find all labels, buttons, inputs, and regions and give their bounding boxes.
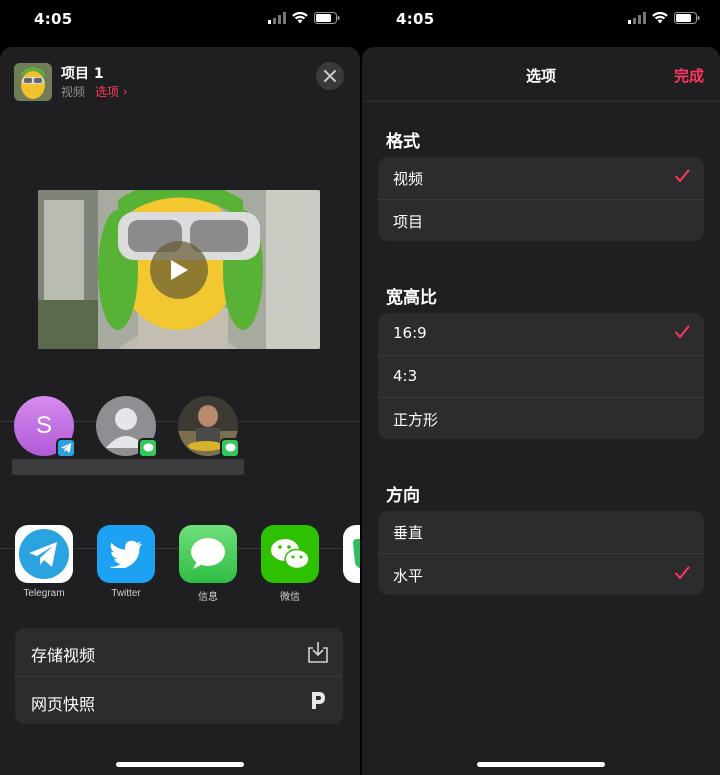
web-snapshot-action[interactable]: 网页快照	[15, 676, 343, 724]
save-video-action[interactable]: 存储视频	[15, 628, 343, 676]
web-snapshot-icon	[307, 689, 329, 715]
wifi-icon	[292, 12, 308, 24]
telegram-badge-icon	[56, 438, 76, 458]
wifi-icon	[652, 12, 668, 24]
cellular-signal-icon	[268, 12, 286, 24]
status-icons	[628, 12, 700, 24]
apps-row: Telegram Twitter 信息 微信 Ev	[15, 525, 360, 605]
options-header: 选项 完成	[362, 47, 720, 102]
evernote-icon	[343, 525, 360, 583]
options-title: 选项	[525, 67, 556, 85]
orientation-group: 垂直 水平	[378, 511, 704, 595]
cellular-signal-icon	[628, 12, 646, 24]
app-messages[interactable]: 信息	[179, 525, 237, 603]
project-thumbnail	[14, 63, 52, 101]
battery-icon	[674, 12, 700, 24]
option-4-3[interactable]: 4:3	[378, 355, 704, 397]
play-icon	[171, 260, 188, 280]
done-button[interactable]: 完成	[674, 65, 704, 86]
twitter-icon	[97, 525, 155, 583]
option-vertical[interactable]: 垂直	[378, 511, 704, 553]
contact-names-redacted	[12, 459, 244, 475]
options-sheet: 选项 完成 格式 视频 项目 宽高比 16:9 4:3 正方形 方向 垂直 水平	[362, 47, 720, 775]
options-link[interactable]: 选项 ›	[95, 83, 128, 100]
messages-icon	[179, 525, 237, 583]
option-label: 垂直	[393, 524, 424, 542]
wechat-icon	[261, 525, 319, 583]
checkmark-icon	[674, 565, 690, 585]
option-label: 正方形	[393, 411, 439, 429]
option-label: 4:3	[393, 367, 418, 385]
battery-icon	[314, 12, 340, 24]
option-label: 水平	[393, 567, 424, 585]
action-label: 网页快照	[31, 695, 96, 714]
app-evernote[interactable]: Ev	[343, 525, 360, 599]
section-title-format: 格式	[386, 132, 420, 152]
app-label: Ev	[343, 588, 360, 599]
format-group: 视频 项目	[378, 157, 704, 241]
section-title-aspect-ratio: 宽高比	[386, 288, 437, 308]
status-bar: 4:05	[362, 0, 720, 40]
close-button[interactable]	[316, 62, 344, 90]
actions-list: 存储视频 网页快照	[15, 628, 343, 724]
app-label: 信息	[198, 592, 218, 603]
app-label: 微信	[280, 592, 300, 603]
share-screen: 4:05 项目 1 视频 选项 › S Telegram Twitter 信息 …	[0, 0, 360, 775]
status-time: 4:05	[396, 10, 435, 28]
play-button[interactable]	[150, 241, 208, 299]
action-label: 存储视频	[31, 646, 96, 665]
option-16-9[interactable]: 16:9	[378, 313, 704, 355]
section-title-orientation: 方向	[386, 486, 420, 506]
home-indicator[interactable]	[477, 762, 605, 767]
aspect-ratio-group: 16:9 4:3 正方形	[378, 313, 704, 439]
app-label: Twitter	[111, 588, 141, 599]
option-label: 视频	[393, 170, 424, 188]
contact-unnamed[interactable]	[96, 396, 158, 458]
checkmark-icon	[674, 324, 690, 344]
checkmark-icon	[674, 168, 690, 188]
messages-badge-icon	[138, 438, 158, 458]
contact-photo[interactable]	[178, 396, 240, 458]
contacts-row: S	[14, 396, 360, 458]
status-time: 4:05	[34, 10, 73, 28]
option-video[interactable]: 视频	[378, 157, 704, 199]
home-indicator[interactable]	[116, 762, 244, 767]
app-wechat[interactable]: 微信	[261, 525, 319, 603]
option-square[interactable]: 正方形	[378, 397, 704, 439]
options-screen: 4:05 选项 完成 格式 视频 项目 宽高比 16:9 4:3 正方形 方向 …	[362, 0, 720, 775]
project-type: 视频	[61, 85, 86, 99]
option-label: 项目	[393, 213, 424, 231]
close-icon	[324, 70, 336, 82]
option-project[interactable]: 项目	[378, 199, 704, 241]
status-icons	[268, 12, 340, 24]
app-twitter[interactable]: Twitter	[97, 525, 155, 599]
app-telegram[interactable]: Telegram	[15, 525, 73, 599]
option-label: 16:9	[393, 324, 427, 342]
option-horizontal[interactable]: 水平	[378, 553, 704, 595]
video-preview[interactable]	[38, 190, 320, 349]
project-title: 项目 1	[61, 66, 104, 82]
contact-s[interactable]: S	[14, 396, 76, 458]
avatar-initial: S	[35, 412, 52, 439]
app-label: Telegram	[23, 588, 65, 599]
telegram-icon	[15, 525, 73, 583]
share-header: 项目 1 视频 选项 ›	[14, 61, 346, 103]
save-download-icon	[307, 640, 329, 668]
status-bar: 4:05	[0, 0, 360, 40]
messages-badge-icon	[220, 438, 240, 458]
